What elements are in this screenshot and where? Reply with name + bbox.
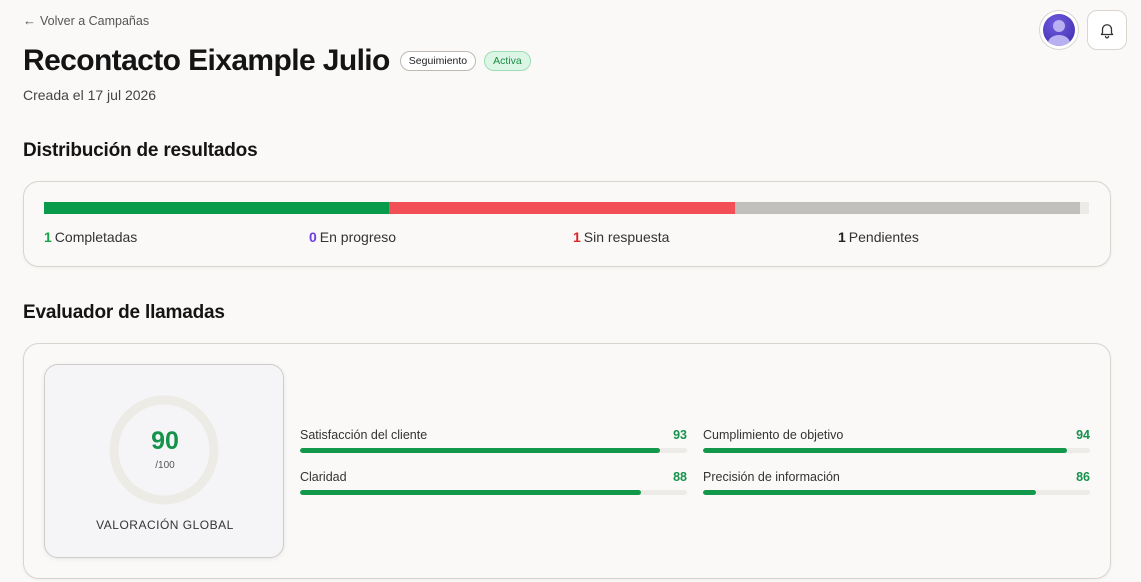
distribution-bar xyxy=(44,202,1089,214)
legend-in-progress: 0 En progreso xyxy=(309,229,396,245)
metric-value: 86 xyxy=(1076,470,1090,484)
metric-track xyxy=(300,448,687,453)
distribution-segment-completed xyxy=(44,202,390,214)
metric-label: Claridad xyxy=(300,470,347,484)
legend-pending: 1 Pendientes xyxy=(838,229,919,245)
metric-label: Cumplimiento de objetivo xyxy=(703,428,844,442)
metric-label: Precisión de información xyxy=(703,470,840,484)
arrow-left-icon: ← xyxy=(23,13,36,28)
legend-completed: 1 Completadas xyxy=(44,229,137,245)
created-date: Creada el 17 jul 2026 xyxy=(23,87,157,103)
metric-label: Satisfacción del cliente xyxy=(300,428,428,442)
notifications-button[interactable] xyxy=(1087,10,1127,50)
metric-precision: Precisión de información 86 xyxy=(703,470,1090,495)
metric-value: 88 xyxy=(673,470,687,484)
overall-score-max: /100 xyxy=(155,460,175,471)
legend-label: Completadas xyxy=(54,229,138,245)
user-avatar-button[interactable] xyxy=(1039,10,1079,50)
campaign-type-badge: Seguimiento xyxy=(399,51,477,71)
status-badge: Activa xyxy=(484,51,531,71)
metric-fill xyxy=(703,490,1036,495)
metric-value: 93 xyxy=(673,428,687,442)
user-avatar-icon xyxy=(1043,14,1075,46)
legend-no-answer: 1 Sin respuesta xyxy=(573,229,669,245)
metric-fill xyxy=(300,448,660,453)
legend-label: Pendientes xyxy=(848,229,919,245)
title-row: Recontacto Eixample Julio Seguimiento Ac… xyxy=(23,44,531,78)
overall-score-value: 90 xyxy=(151,427,179,455)
metric-track xyxy=(703,448,1090,453)
distribution-segment-pending xyxy=(734,202,1080,214)
metric-track xyxy=(300,490,687,495)
metric-clarity: Claridad 88 xyxy=(300,470,687,495)
top-actions xyxy=(1039,10,1127,50)
metric-objective: Cumplimiento de objetivo 94 xyxy=(703,428,1090,453)
legend-count: 1 xyxy=(573,229,581,245)
distribution-card: 1 Completadas 0 En progreso 1 Sin respuesta… xyxy=(23,181,1111,267)
distribution-segment-no-answer xyxy=(389,202,735,214)
metric-fill xyxy=(300,490,641,495)
metric-track xyxy=(703,490,1090,495)
bell-icon xyxy=(1100,24,1114,39)
page-title: Recontacto Eixample Julio xyxy=(23,44,390,77)
overall-score-label: VALORACIÓN GLOBAL xyxy=(96,518,234,532)
evaluator-card: 90 /100 VALORACIÓN GLOBAL Satisfacción d… xyxy=(23,343,1111,579)
overall-score-box: 90 /100 VALORACIÓN GLOBAL xyxy=(44,364,284,558)
distribution-title: Distribución de resultados xyxy=(23,140,258,161)
legend-count: 1 xyxy=(838,229,846,245)
legend-label: En progreso xyxy=(319,229,397,245)
metric-value: 94 xyxy=(1076,428,1090,442)
evaluator-title: Evaluador de llamadas xyxy=(23,302,225,323)
back-link-label: Volver a Campañas xyxy=(40,13,150,28)
back-to-campaigns-link[interactable]: ← Volver a Campañas xyxy=(23,13,149,28)
legend-count: 1 xyxy=(44,229,52,245)
metric-fill xyxy=(703,448,1067,453)
metric-satisfaction: Satisfacción del cliente 93 xyxy=(300,428,687,453)
legend-count: 0 xyxy=(309,229,317,245)
legend-label: Sin respuesta xyxy=(583,229,670,245)
